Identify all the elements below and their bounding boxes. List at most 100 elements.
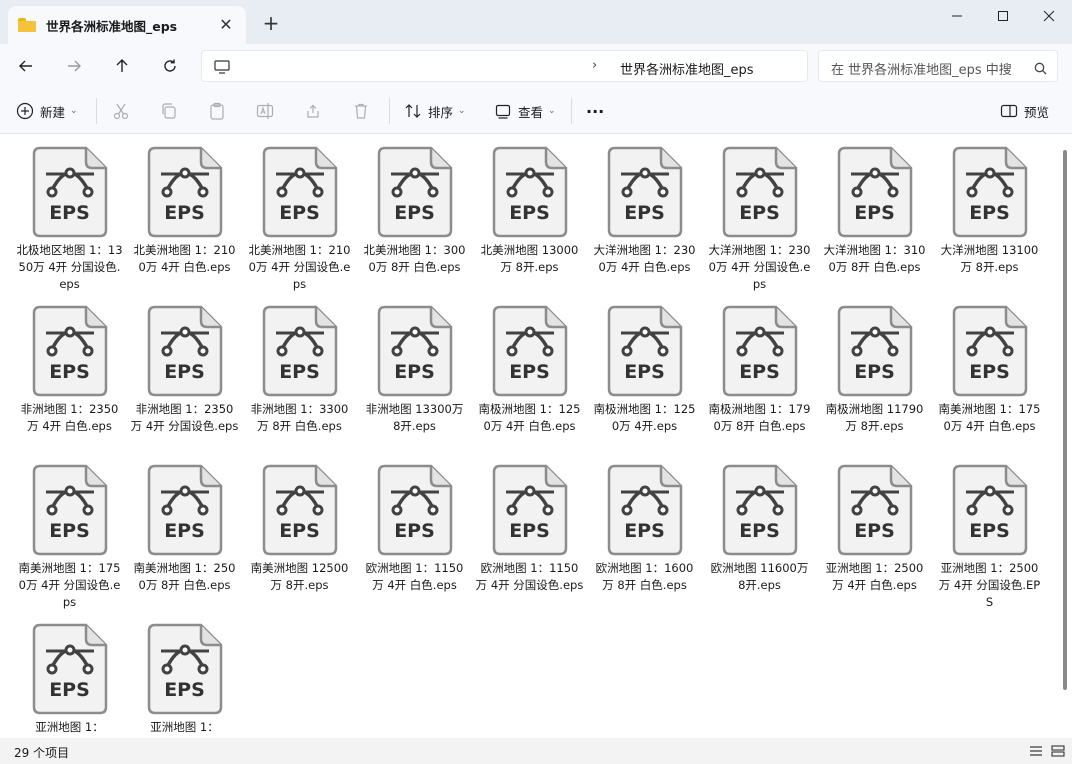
tab-title: 世界各洲标准地图_eps [46, 18, 178, 34]
copy-button[interactable] [160, 98, 178, 124]
sort-button[interactable]: 排序 ⌄ [404, 98, 466, 124]
file-name: 北美洲地图 13000万 8开.eps [480, 243, 579, 274]
tiles-view-button[interactable] [1048, 742, 1068, 760]
file-type-label: EPS [739, 202, 780, 224]
file-item[interactable]: EPS 南美洲地图 12500万 8开.eps [242, 460, 357, 619]
file-item[interactable]: EPS 欧洲地图 11600万 8开.eps [702, 460, 817, 619]
file-item[interactable]: EPS 北美洲地图 1：2100万 4开 分国设色.eps [242, 142, 357, 301]
trash-icon [355, 103, 367, 119]
file-item[interactable]: EPS 北极地区地图 1：1350万 4开 分国设色.eps [12, 142, 127, 301]
preview-pane-button[interactable]: 预览 [1000, 98, 1049, 124]
file-item[interactable]: EPS 欧洲地图 1：1600万 8开 白色.eps [587, 460, 702, 619]
file-type-label: EPS [509, 361, 550, 383]
breadcrumb-current[interactable]: 世界各洲标准地图_eps [620, 59, 754, 78]
eps-file-icon: EPS [837, 464, 913, 556]
file-item[interactable]: EPS 大洋洲地图 1：2300万 4开 白色.eps [587, 142, 702, 301]
refresh-button[interactable] [154, 50, 186, 82]
file-item[interactable]: EPS 非洲地图 1：2350万 4开 分国设色.eps [127, 301, 242, 460]
file-item[interactable]: EPS 非洲地图 1：2350万 4开 白色.eps [12, 301, 127, 460]
file-type-label: EPS [279, 520, 320, 542]
file-item[interactable]: EPS 南美洲地图 1：1750万 4开 白色.eps [932, 301, 1047, 460]
item-count: 29 个项目 [14, 746, 70, 760]
search-input[interactable]: 在 世界各洲标准地图_eps 中搜 [831, 59, 1021, 78]
minimize-button[interactable] [934, 0, 980, 32]
scissors-icon [113, 103, 129, 120]
preview-pane-icon [1000, 104, 1018, 118]
file-item[interactable]: EPS 北美洲地图 1：2100万 4开 白色.eps [127, 142, 242, 301]
forward-button[interactable] [58, 50, 90, 82]
new-button[interactable]: 新建 ⌄ [16, 98, 78, 124]
eps-file-icon: EPS [952, 146, 1028, 238]
paste-button[interactable] [208, 98, 226, 124]
file-name: 亚洲地图 1： [150, 720, 219, 734]
file-item[interactable]: EPS 南美洲地图 1：1750万 4开 分国设色.eps [12, 460, 127, 619]
file-item[interactable]: EPS 大洋洲地图 13100万 8开.eps [932, 142, 1047, 301]
file-item[interactable]: EPS 南极洲地图 11790万 8开.eps [817, 301, 932, 460]
refresh-icon [164, 59, 176, 72]
back-button[interactable] [10, 50, 42, 82]
file-type-label: EPS [49, 361, 90, 383]
eps-file-icon: EPS [262, 464, 338, 556]
view-button[interactable]: 查看 ⌄ [494, 98, 556, 124]
file-type-label: EPS [164, 679, 205, 701]
file-item[interactable]: EPS 南极洲地图 1：1250万 4开 白色.eps [472, 301, 587, 460]
eps-file-icon: EPS [722, 305, 798, 397]
eps-file-icon: EPS [147, 146, 223, 238]
details-view-button[interactable] [1026, 742, 1046, 760]
more-options-button[interactable]: ··· [586, 98, 604, 124]
search-box[interactable]: 在 世界各洲标准地图_eps 中搜 [818, 50, 1058, 82]
file-type-label: EPS [854, 520, 895, 542]
maximize-button[interactable] [980, 0, 1026, 32]
file-item[interactable]: EPS 欧洲地图 1：1150万 4开 分国设色.eps [472, 460, 587, 619]
file-item[interactable]: EPS 北美洲地图 13000万 8开.eps [472, 142, 587, 301]
up-button[interactable] [106, 50, 138, 82]
file-item[interactable]: EPS 非洲地图 1：3300万 8开 白色.eps [242, 301, 357, 460]
view-label: 查看 [518, 104, 544, 120]
eps-file-icon: EPS [607, 464, 683, 556]
address-bar[interactable]: › 世界各洲标准地图_eps [201, 50, 808, 82]
file-item[interactable]: EPS 亚洲地图 1： [12, 619, 127, 738]
rename-button[interactable] [256, 98, 274, 124]
file-item[interactable]: EPS 非洲地图 13300万 8开.eps [357, 301, 472, 460]
eps-file-icon: EPS [377, 146, 453, 238]
file-type-label: EPS [969, 520, 1010, 542]
file-item[interactable]: EPS 亚洲地图 1：2500万 4开 白色.eps [817, 460, 932, 619]
file-name: 大洋洲地图 1：2300万 4开 分国设色.eps [708, 243, 811, 291]
delete-button[interactable] [352, 98, 370, 124]
eps-file-icon: EPS [492, 146, 568, 238]
eps-file-icon: EPS [607, 146, 683, 238]
close-icon [1043, 10, 1055, 22]
file-name: 北美洲地图 1：3000万 8开 白色.eps [363, 243, 466, 274]
file-name: 南美洲地图 1：1750万 4开 白色.eps [938, 402, 1041, 433]
file-item[interactable]: EPS 欧洲地图 1：1150万 4开 白色.eps [357, 460, 472, 619]
file-type-label: EPS [49, 520, 90, 542]
cut-button[interactable] [112, 98, 130, 124]
file-item[interactable]: EPS 南极洲地图 1：1250万 4开.eps [587, 301, 702, 460]
plus-circle-icon [16, 102, 34, 120]
file-name: 非洲地图 1：2350万 4开 分国设色.eps [130, 402, 239, 433]
title-bar: 世界各洲标准地图_eps ✕ + [0, 0, 1072, 44]
tab-current-folder[interactable]: 世界各洲标准地图_eps ✕ [8, 6, 246, 44]
file-type-label: EPS [164, 361, 205, 383]
file-item[interactable]: EPS 大洋洲地图 1：2300万 4开 分国设色.eps [702, 142, 817, 301]
close-tab-button[interactable]: ✕ [216, 15, 236, 35]
file-item[interactable]: EPS 南极洲地图 1：1790万 8开 白色.eps [702, 301, 817, 460]
share-icon [307, 104, 319, 118]
scrollbar-thumb[interactable] [1063, 150, 1067, 690]
file-view[interactable]: EPS 北极地区地图 1：1350万 4开 分国设色.eps EPS 北美洲地图 1… [0, 134, 1058, 738]
eps-file-icon: EPS [262, 146, 338, 238]
close-window-button[interactable] [1026, 0, 1072, 32]
eps-file-icon: EPS [837, 305, 913, 397]
file-item[interactable]: EPS 南美洲地图 1：2500万 8开 白色.eps [127, 460, 242, 619]
file-item[interactable]: EPS 亚洲地图 1：2500万 4开 分国设色.EPS [932, 460, 1047, 619]
file-type-label: EPS [164, 202, 205, 224]
file-item[interactable]: EPS 大洋洲地图 1：3100万 8开 白色.eps [817, 142, 932, 301]
file-item[interactable]: EPS 亚洲地图 1： [127, 619, 242, 738]
share-button[interactable] [304, 98, 322, 124]
file-type-label: EPS [394, 520, 435, 542]
file-name: 欧洲地图 1：1150万 4开 白色.eps [365, 561, 464, 592]
breadcrumb-chevron-icon[interactable]: › [592, 58, 597, 73]
search-icon [1034, 60, 1047, 79]
file-item[interactable]: EPS 北美洲地图 1：3000万 8开 白色.eps [357, 142, 472, 301]
new-tab-button[interactable]: + [258, 10, 284, 36]
